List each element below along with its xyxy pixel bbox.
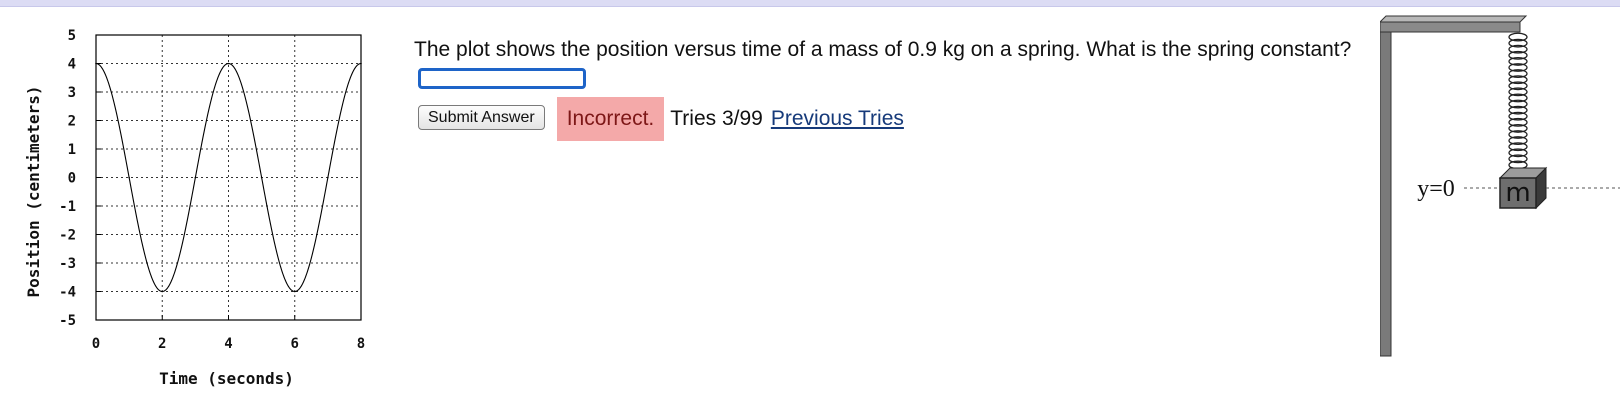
question-block: The plot shows the position versus time …	[414, 36, 1374, 92]
support-post	[1380, 21, 1392, 357]
x-tick-label: 0	[92, 336, 100, 352]
series-point	[128, 176, 130, 179]
answer-controls: Submit Answer Incorrect. Tries 3/99 Prev…	[418, 97, 904, 141]
spring-svg: m y=0	[1380, 15, 1620, 357]
series-point	[293, 290, 296, 293]
x-tick-label: 6	[291, 336, 299, 352]
submit-answer-button[interactable]: Submit Answer	[418, 105, 545, 130]
spring-mass-diagram: m y=0	[1380, 14, 1620, 364]
x-axis-title: Time (seconds)	[159, 369, 294, 388]
y-tick-label: -1	[59, 199, 76, 215]
top-strip	[0, 0, 1620, 7]
y-axis-title: Position (centimeters)	[24, 86, 43, 298]
equilibrium-label: y=0	[1417, 176, 1455, 202]
y-tick-label: -2	[59, 228, 76, 244]
x-tick-label: 4	[224, 336, 232, 352]
series-point	[260, 176, 263, 179]
question-text: The plot shows the position versus time …	[414, 38, 1352, 61]
y-tick-label: 0	[68, 171, 76, 187]
series-point	[95, 62, 97, 65]
series-point	[194, 176, 197, 179]
y-tick-label: 3	[68, 85, 76, 101]
y-tick-label: 2	[68, 114, 76, 130]
status-badge: Incorrect.	[556, 97, 665, 141]
tries-counter: Tries 3/99	[670, 107, 763, 130]
support-crossbar	[1380, 21, 1521, 33]
series-point	[227, 62, 230, 65]
x-tick-label: 2	[158, 336, 166, 352]
y-tick-label: -5	[59, 313, 76, 329]
previous-tries-link[interactable]: Previous Tries	[771, 97, 904, 141]
series-point	[327, 176, 329, 179]
y-tick-label: 5	[68, 28, 76, 44]
y-tick-label: 4	[68, 57, 76, 73]
spring-coil	[1508, 32, 1528, 170]
answer-input[interactable]	[418, 67, 586, 89]
crossbar-top	[1380, 15, 1528, 23]
mass-label: m	[1505, 178, 1530, 208]
position-time-chart: 0 2 4 6 8 5 4 3 2 1 0 -1 -2 -3 -4 -5 Time (seconds) Posit…	[0, 14, 390, 404]
y-tick-label: 1	[68, 142, 76, 158]
x-tick-label: 8	[357, 336, 365, 352]
series-point	[161, 290, 164, 293]
y-tick-label: -4	[59, 285, 76, 301]
y-tick-label: -3	[59, 256, 76, 272]
series-point	[360, 62, 362, 65]
chart-svg: 0 2 4 6 8 5 4 3 2 1 0 -1 -2 -3 -4 -5 Time (seconds) Posit…	[24, 28, 365, 388]
